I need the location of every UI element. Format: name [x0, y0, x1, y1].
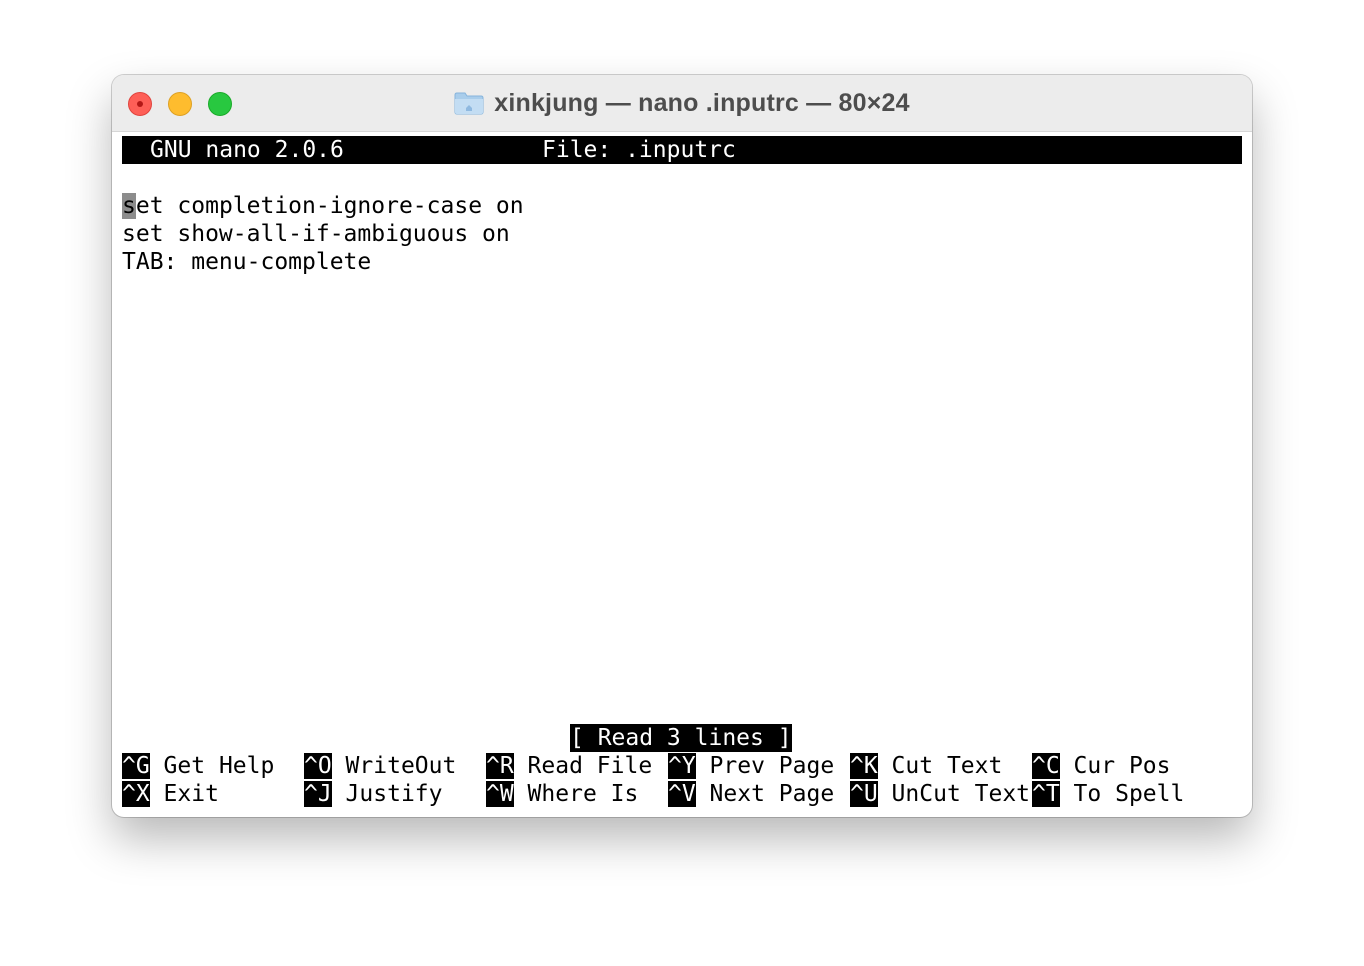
shortcut-label: Cut Text	[877, 753, 1003, 779]
folder-icon	[454, 92, 484, 115]
shortcut-label: Exit	[149, 781, 219, 807]
shortcut-key: ^O	[304, 753, 332, 779]
shortcut-justify[interactable]: ^J Justify	[304, 780, 442, 808]
shortcut-label: Read File	[513, 753, 653, 779]
shortcut-row-2: ^X Exit ^J Justify ^W Where Is ^V Next P…	[122, 780, 1242, 808]
status-message: [ Read 3 lines ]	[570, 724, 792, 752]
nano-file-name: File: .inputrc	[542, 137, 736, 163]
shortcut-read-file[interactable]: ^R Read File	[486, 752, 652, 780]
shortcut-label: Justify	[331, 781, 443, 807]
title-bar[interactable]: xinkjung — nano .inputrc — 80×24	[112, 75, 1252, 132]
editor-line-1-text: et completion-ignore-case on	[135, 193, 524, 219]
window-title: xinkjung — nano .inputrc — 80×24	[494, 88, 910, 117]
terminal-content[interactable]: GNU nano 2.0.6 File: .inputrc set comple…	[122, 136, 1242, 808]
shortcut-key: ^J	[304, 781, 332, 807]
shortcut-cur-pos[interactable]: ^C Cur Pos	[1032, 752, 1170, 780]
editor-line-3[interactable]: TAB: menu-complete	[122, 248, 371, 276]
shortcut-label: UnCut Text	[877, 781, 1031, 807]
shortcut-cut-text[interactable]: ^K Cut Text	[850, 752, 1002, 780]
shortcut-key: ^Y	[668, 753, 696, 779]
shortcut-key: ^U	[850, 781, 878, 807]
window-title-group: xinkjung — nano .inputrc — 80×24	[112, 75, 1252, 131]
shortcut-label: Get Help	[149, 753, 275, 779]
shortcut-key: ^K	[850, 753, 878, 779]
shortcut-label: Where Is	[513, 781, 639, 807]
shortcut-key: ^C	[1032, 753, 1060, 779]
shortcut-key: ^R	[486, 753, 514, 779]
shortcut-writeout[interactable]: ^O WriteOut	[304, 752, 456, 780]
nano-version: GNU nano 2.0.6	[150, 137, 344, 163]
shortcut-exit[interactable]: ^X Exit	[122, 780, 219, 808]
editor-line-1[interactable]: set completion-ignore-case on	[122, 192, 524, 220]
shortcut-row-1: ^G Get Help ^O WriteOut ^R Read File ^Y …	[122, 752, 1242, 780]
text-cursor: s	[122, 193, 136, 219]
shortcut-label: Prev Page	[695, 753, 835, 779]
shortcut-uncut-text[interactable]: ^U UnCut Text	[850, 780, 1030, 808]
shortcut-where-is[interactable]: ^W Where Is	[486, 780, 638, 808]
shortcut-next-page[interactable]: ^V Next Page	[668, 780, 834, 808]
shortcut-prev-page[interactable]: ^Y Prev Page	[668, 752, 834, 780]
shortcut-to-spell[interactable]: ^T To Spell	[1032, 780, 1184, 808]
nano-header-bar: GNU nano 2.0.6 File: .inputrc	[122, 136, 1242, 164]
shortcut-label: Cur Pos	[1059, 753, 1171, 779]
shortcut-key: ^X	[122, 781, 150, 807]
editor-line-2[interactable]: set show-all-if-ambiguous on	[122, 220, 510, 248]
shortcut-label: Next Page	[695, 781, 835, 807]
shortcut-key: ^T	[1032, 781, 1060, 807]
terminal-window: xinkjung — nano .inputrc — 80×24 GNU nan…	[112, 75, 1252, 817]
shortcut-key: ^G	[122, 753, 150, 779]
shortcut-get-help[interactable]: ^G Get Help	[122, 752, 274, 780]
shortcut-label: To Spell	[1059, 781, 1185, 807]
shortcut-key: ^W	[486, 781, 514, 807]
shortcut-label: WriteOut	[331, 753, 457, 779]
shortcut-key: ^V	[668, 781, 696, 807]
